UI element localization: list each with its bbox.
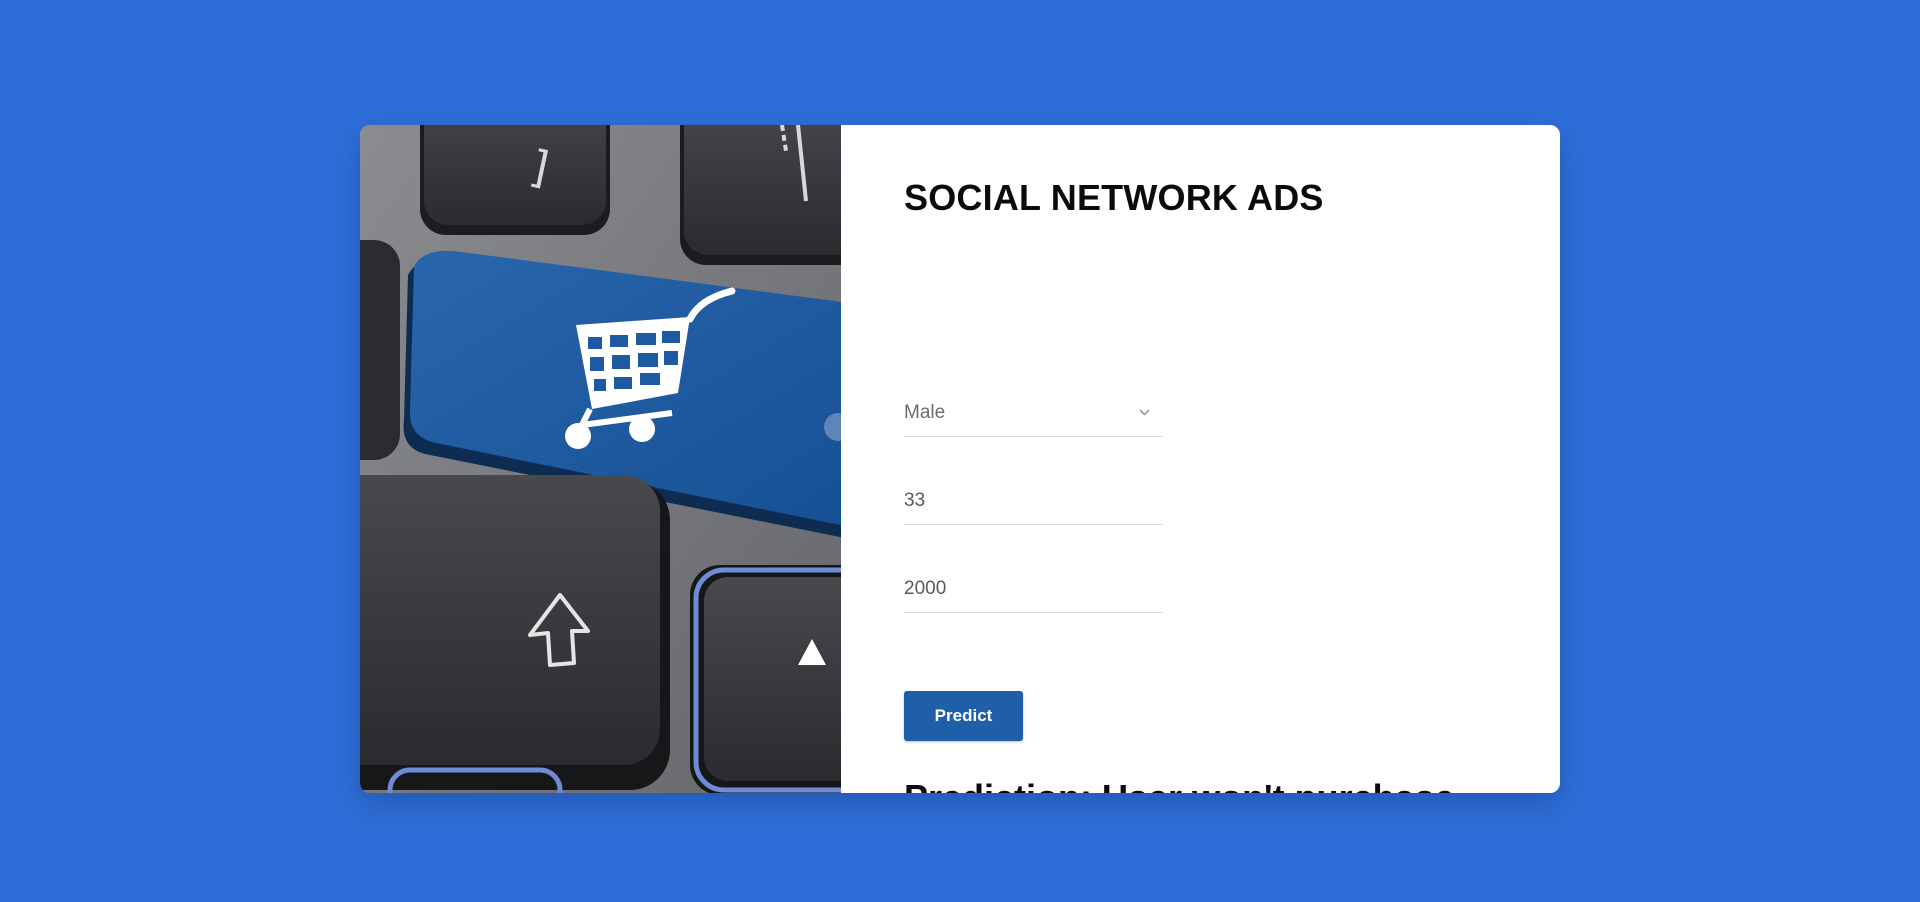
gender-select[interactable]: Male — [904, 390, 1163, 437]
predict-button[interactable]: Predict — [904, 691, 1023, 741]
keyboard-cart-image: ] — [360, 125, 841, 793]
page-title: SOCIAL NETWORK ADS — [904, 177, 1324, 218]
salary-value: 2000 — [904, 578, 947, 599]
form-card: ] SOCIAL NETWORK ADS Male 33 2000 Predic… — [360, 125, 1560, 793]
prediction-form: SOCIAL NETWORK ADS Male 33 2000 Predict … — [841, 125, 1560, 793]
age-value: 33 — [904, 490, 926, 511]
chevron-down-icon — [1139, 409, 1150, 416]
age-input[interactable]: 33 — [904, 478, 1163, 525]
salary-input[interactable]: 2000 — [904, 566, 1163, 613]
prediction-result: Prediction: User won't purchase product — [904, 775, 1484, 793]
gender-selected-value: Male — [904, 402, 946, 423]
